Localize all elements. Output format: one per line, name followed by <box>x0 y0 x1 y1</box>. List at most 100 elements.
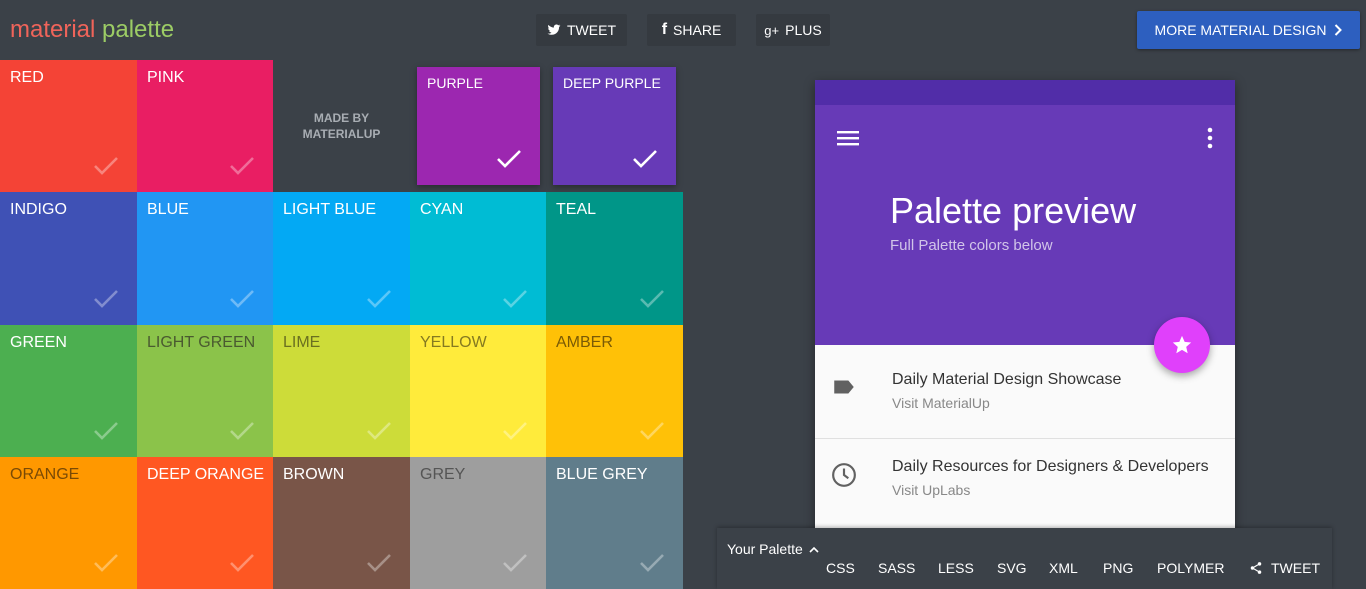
color-tile-label: LIGHT BLUE <box>283 201 377 218</box>
color-tile-cyan[interactable]: CYAN <box>410 192 546 325</box>
star-fab[interactable] <box>1154 317 1210 373</box>
your-palette-toggle[interactable]: Your Palette <box>727 541 819 557</box>
color-tile-label: BROWN <box>283 466 345 483</box>
color-tile-teal[interactable]: TEAL <box>546 192 683 325</box>
check-icon <box>94 290 118 308</box>
check-icon <box>367 290 391 308</box>
color-tile-lime[interactable]: LIME <box>273 325 410 457</box>
list-item-title: Daily Material Design Showcase <box>892 371 1122 388</box>
made-by-line2: MATERIALUP <box>302 127 381 141</box>
color-tile-label: DEEP PURPLE <box>563 75 661 91</box>
color-tile-label: GREY <box>420 466 466 483</box>
color-tile-label: AMBER <box>556 334 613 351</box>
color-tile-green[interactable]: GREEN <box>0 325 137 457</box>
palette-preview: Palette preview Full Palette colors belo… <box>815 80 1235 540</box>
plus-button[interactable]: g+ PLUS <box>756 14 830 46</box>
color-tile-light-blue[interactable]: LIGHT BLUE <box>273 192 410 325</box>
chevron-up-icon <box>809 546 819 553</box>
color-tile-label: DEEP ORANGE <box>147 466 265 483</box>
preview-subtitle: Full Palette colors below <box>890 237 1053 254</box>
color-tile-label: ORANGE <box>10 466 80 483</box>
check-icon <box>503 422 527 440</box>
logo[interactable]: material palette <box>10 16 174 44</box>
google-plus-icon: g+ <box>764 22 780 38</box>
color-tile-label: BLUE GREY <box>556 466 648 483</box>
share-icon <box>1250 562 1262 574</box>
more-vert-icon[interactable] <box>1207 127 1213 149</box>
app-bar: Palette preview Full Palette colors belo… <box>815 105 1235 345</box>
color-tile-red[interactable]: RED <box>0 60 137 192</box>
your-palette-bar: Your Palette CSS SASS LESS SVG XML PNG P… <box>717 528 1332 589</box>
logo-word-material: material <box>10 16 96 43</box>
more-material-design-button[interactable]: MORE MATERIAL DESIGN <box>1137 11 1360 49</box>
check-icon <box>230 554 254 572</box>
check-icon <box>94 422 118 440</box>
color-tile-light-green[interactable]: LIGHT GREEN <box>137 325 273 457</box>
header: material palette TWEET f SHARE g+ PLUS M… <box>0 0 1366 60</box>
color-tile-label: GREEN <box>10 334 67 351</box>
more-material-design-label: MORE MATERIAL DESIGN <box>1154 22 1327 38</box>
twitter-icon <box>547 24 561 35</box>
preview-title: Palette preview <box>890 190 1137 231</box>
color-tile-pink[interactable]: PINK <box>137 60 273 192</box>
format-png[interactable]: PNG <box>1103 560 1133 576</box>
share-label: SHARE <box>673 22 722 38</box>
color-tile-label: INDIGO <box>10 201 67 218</box>
check-icon <box>640 290 664 308</box>
label-icon <box>834 380 854 394</box>
check-icon <box>230 157 254 175</box>
share-button[interactable]: f SHARE <box>647 14 736 46</box>
format-svg[interactable]: SVG <box>997 560 1027 576</box>
list-item[interactable]: Daily Resources for Designers & Develope… <box>815 432 1235 518</box>
format-less[interactable]: LESS <box>938 560 974 576</box>
format-css[interactable]: CSS <box>826 560 855 576</box>
made-by-materialup[interactable]: MADE BY MATERIALUP <box>273 60 410 192</box>
check-icon <box>94 554 118 572</box>
list-item-subtitle: Visit MaterialUp <box>892 395 990 411</box>
color-tile-label: PURPLE <box>427 75 484 91</box>
color-tile-label: LIGHT GREEN <box>147 334 256 351</box>
check-icon <box>640 554 664 572</box>
facebook-icon: f <box>661 21 668 38</box>
palette-tweet-label: TWEET <box>1271 560 1320 576</box>
check-icon <box>367 422 391 440</box>
check-icon <box>497 150 521 168</box>
tweet-label: TWEET <box>567 22 616 38</box>
color-tile-purple[interactable]: PURPLE <box>417 67 540 185</box>
color-tile-yellow[interactable]: YELLOW <box>410 325 546 457</box>
color-tile-blue-grey[interactable]: BLUE GREY <box>546 457 683 589</box>
made-by-line1: MADE BY <box>313 111 370 125</box>
check-icon <box>230 422 254 440</box>
logo-word-palette: palette <box>102 16 175 43</box>
color-tile-deep-purple[interactable]: DEEP PURPLE <box>553 67 676 185</box>
color-tile-indigo[interactable]: INDIGO <box>0 192 137 325</box>
color-tile-orange[interactable]: ORANGE <box>0 457 137 589</box>
clock-icon <box>832 463 856 487</box>
format-sass[interactable]: SASS <box>878 560 915 576</box>
color-tile-brown[interactable]: BROWN <box>273 457 410 589</box>
format-xml[interactable]: XML <box>1049 560 1078 576</box>
check-icon <box>94 157 118 175</box>
color-tile-grey[interactable]: GREY <box>410 457 546 589</box>
color-tile-amber[interactable]: AMBER <box>546 325 683 457</box>
color-tile-deep-orange[interactable]: DEEP ORANGE <box>137 457 273 589</box>
check-icon <box>640 422 664 440</box>
check-icon <box>633 150 657 168</box>
palette-tweet-button[interactable]: TWEET <box>1249 560 1320 576</box>
tweet-button[interactable]: TWEET <box>536 14 627 46</box>
color-tile-blue[interactable]: BLUE <box>137 192 273 325</box>
plus-label: PLUS <box>785 22 822 38</box>
color-tile-label: BLUE <box>147 201 189 218</box>
color-tile-label: RED <box>10 69 44 86</box>
chevron-right-icon <box>1335 24 1343 36</box>
list-item-subtitle: Visit UpLabs <box>892 482 971 498</box>
format-polymer[interactable]: POLYMER <box>1157 560 1224 576</box>
check-icon <box>230 290 254 308</box>
color-tile-label: TEAL <box>556 201 597 218</box>
check-icon <box>503 290 527 308</box>
menu-icon[interactable] <box>837 129 859 147</box>
color-tile-label: CYAN <box>420 201 464 218</box>
list-item-title: Daily Resources for Designers & Develope… <box>892 458 1209 475</box>
status-bar <box>815 80 1235 105</box>
your-palette-title: Your Palette <box>727 541 803 557</box>
